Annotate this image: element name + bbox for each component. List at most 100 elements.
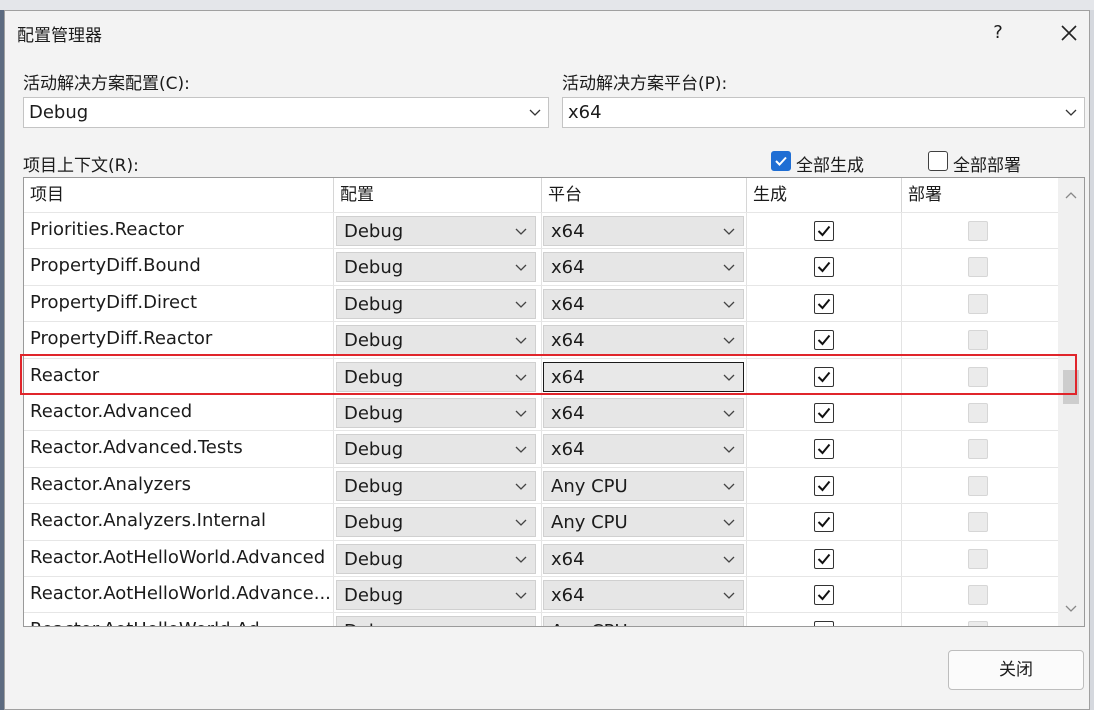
platform-dropdown[interactable]: x64 [543, 252, 744, 283]
config-dropdown[interactable]: Debug [336, 288, 536, 319]
project-name: Reactor.Analyzers.Internal [30, 510, 267, 532]
platform-dropdown[interactable]: x64 [543, 288, 744, 319]
build-all-checkbox[interactable] [771, 151, 791, 171]
build-checkbox[interactable] [814, 621, 834, 626]
deploy-checkbox [968, 293, 988, 314]
platform-cell: x64 [542, 577, 747, 613]
config-dropdown[interactable]: Debug [336, 580, 536, 610]
active-platform-select[interactable]: x64 [562, 97, 1085, 128]
config-dropdown[interactable]: Debug [336, 616, 536, 626]
platform-value: x64 [551, 366, 585, 388]
build-cell [747, 395, 902, 431]
column-header-deploy[interactable]: 部署 [902, 178, 1058, 212]
chevron-down-icon [515, 410, 527, 417]
project-name: Reactor [30, 364, 100, 386]
table-row[interactable]: Reactor.Analyzers.Internal Debug Any CPU [24, 503, 1058, 541]
config-value: Debug [344, 548, 404, 570]
scrollbar-thumb[interactable] [1063, 370, 1079, 404]
config-value: Debug [344, 475, 404, 497]
config-dropdown[interactable]: Debug [336, 252, 536, 283]
active-platform-value: x64 [568, 102, 602, 123]
table-row[interactable]: Reactor.Advanced Debug x64 [24, 394, 1058, 431]
table-row[interactable]: Priorities.Reactor Debug x64 [24, 212, 1058, 249]
platform-value: Any CPU [551, 475, 628, 497]
platform-dropdown[interactable]: Any CPU [543, 616, 744, 626]
platform-value: x64 [551, 293, 585, 315]
platform-dropdown[interactable]: x64 [543, 580, 744, 610]
platform-cell: x64 [542, 285, 747, 322]
help-button[interactable]: ? [983, 16, 1013, 50]
project-cell: Reactor.AotHelloWorld.Ad [24, 613, 334, 626]
close-window-button[interactable] [1051, 16, 1087, 50]
build-checkbox[interactable] [814, 221, 834, 241]
table-row[interactable]: Reactor.AotHelloWorld.Advance... Debug x64 [24, 576, 1058, 613]
column-header-build[interactable]: 生成 [747, 178, 902, 212]
build-checkbox[interactable] [814, 548, 834, 569]
table-row[interactable]: PropertyDiff.Reactor Debug x64 [24, 321, 1058, 359]
table-row[interactable]: PropertyDiff.Bound Debug x64 [24, 248, 1058, 286]
platform-dropdown[interactable]: x64 [543, 216, 744, 246]
config-dropdown[interactable]: Debug [336, 216, 536, 246]
active-config-select[interactable]: Debug [23, 97, 549, 128]
deploy-checkbox [968, 585, 988, 605]
table-row[interactable]: Reactor.Advanced.Tests Debug x64 [24, 430, 1058, 468]
build-checkbox[interactable] [814, 330, 834, 351]
build-checkbox[interactable] [814, 403, 834, 423]
build-checkbox[interactable] [814, 366, 834, 387]
platform-dropdown[interactable]: x64 [543, 361, 744, 392]
checkmark-icon [817, 225, 831, 237]
build-checkbox[interactable] [814, 257, 834, 278]
project-name: PropertyDiff.Bound [30, 255, 201, 277]
config-cell: Debug [334, 467, 542, 504]
column-header-project[interactable]: 项目 [24, 178, 334, 212]
build-checkbox[interactable] [814, 585, 834, 605]
config-dropdown[interactable]: Debug [336, 470, 536, 501]
build-cell [747, 613, 902, 626]
scroll-down-icon[interactable] [1064, 604, 1078, 614]
project-cell: Reactor.AotHelloWorld.Advance... [24, 577, 334, 613]
deploy-cell [902, 359, 1058, 395]
build-checkbox[interactable] [814, 512, 834, 533]
deploy-checkbox [968, 330, 988, 351]
project-cell: Reactor.Analyzers.Internal [24, 504, 334, 541]
build-checkbox[interactable] [814, 475, 834, 496]
platform-dropdown[interactable]: Any CPU [543, 507, 744, 538]
deploy-checkbox [968, 512, 988, 533]
platform-dropdown[interactable]: x64 [543, 325, 744, 356]
build-checkbox[interactable] [814, 439, 834, 460]
config-dropdown[interactable]: Debug [336, 507, 536, 538]
platform-dropdown[interactable]: x64 [543, 398, 744, 428]
table-row[interactable]: Reactor.AotHelloWorld.Advanced Debug x64 [24, 539, 1058, 577]
active-platform-label: 活动解决方案平台(P): [562, 74, 728, 94]
scroll-up-icon[interactable] [1064, 190, 1078, 200]
config-dropdown[interactable]: Debug [336, 434, 536, 465]
config-cell: Debug [334, 577, 542, 613]
project-cell: PropertyDiff.Bound [24, 249, 334, 286]
platform-cell: x64 [542, 249, 747, 286]
config-dropdown[interactable]: Debug [336, 325, 536, 356]
config-value: Debug [344, 366, 404, 388]
build-cell [747, 540, 902, 577]
table-row[interactable]: PropertyDiff.Direct Debug x64 [24, 284, 1058, 322]
platform-cell: x64 [542, 358, 747, 395]
column-header-platform[interactable]: 平台 [542, 178, 747, 212]
platform-dropdown[interactable]: Any CPU [543, 470, 744, 501]
config-dropdown[interactable]: Debug [336, 543, 536, 574]
table-row[interactable]: Reactor.Analyzers Debug Any CPU [24, 466, 1058, 504]
vertical-scrollbar[interactable] [1058, 178, 1084, 626]
chevron-down-icon [723, 301, 735, 308]
platform-cell: x64 [542, 431, 747, 468]
platform-dropdown[interactable]: x64 [543, 434, 744, 465]
config-dropdown[interactable]: Debug [336, 398, 536, 428]
table-row[interactable]: Reactor Debug x64 [24, 357, 1058, 395]
chevron-down-icon [723, 374, 735, 381]
background-window-strip [0, 0, 1094, 10]
config-dropdown[interactable]: Debug [336, 361, 536, 392]
platform-dropdown[interactable]: x64 [543, 543, 744, 574]
table-row[interactable]: Reactor.AotHelloWorld.Ad Debug Any CPU [24, 612, 1058, 626]
column-header-config[interactable]: 配置 [334, 178, 542, 212]
close-button[interactable]: 关闭 [948, 650, 1084, 690]
build-checkbox[interactable] [814, 293, 834, 314]
deploy-all-checkbox[interactable] [928, 151, 948, 171]
platform-cell: Any CPU [542, 467, 747, 504]
